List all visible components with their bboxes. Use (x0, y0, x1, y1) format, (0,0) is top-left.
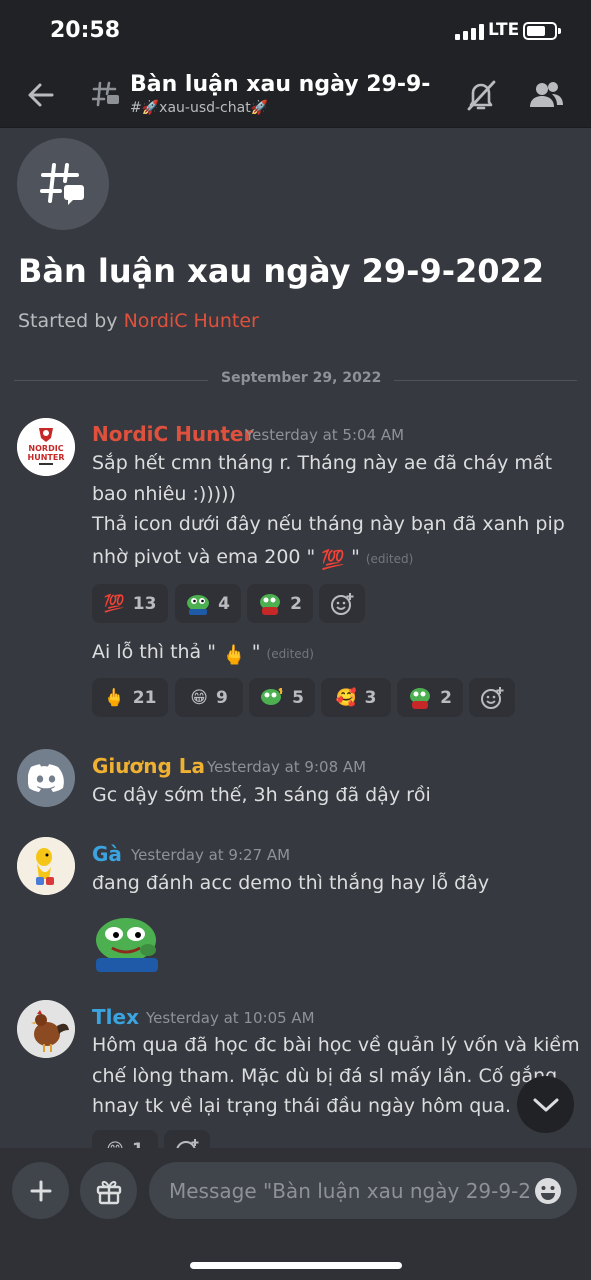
quote-close: " (251, 641, 261, 663)
message-timestamp: Yesterday at 9:27 AM (131, 846, 291, 864)
thread-header: Bàn luận xau ngày 29-9-... #🚀xau-usd-cha… (0, 62, 591, 128)
reaction-count: 5 (292, 687, 304, 708)
quote-close: " (351, 546, 360, 568)
thread-icon (92, 81, 119, 107)
reaction-pepe-frog-3[interactable]: 5 (249, 678, 315, 717)
message-input-placeholder: Message "Bàn luận xau ngày 29-9-2.. (169, 1179, 529, 1203)
started-by-label: Started by (18, 310, 118, 332)
pepe-frog-emoji (410, 687, 431, 709)
reaction-count: 2 (440, 687, 452, 708)
home-indicator (190, 1262, 402, 1269)
message-timestamp: Yesterday at 9:08 AM (207, 758, 367, 776)
bell-slash-icon[interactable] (464, 78, 498, 112)
add-reaction-icon (331, 592, 354, 615)
reaction-count: 3 (364, 687, 377, 708)
message-line-text: nhờ pivot và ema 200 " (92, 546, 316, 568)
reaction-grin[interactable]: 😁 9 (175, 678, 243, 717)
thread-started-by: Started by NordiC Hunter (18, 310, 259, 332)
svg-text:HUNTER: HUNTER (28, 453, 65, 462)
message-line-with-emoji: nhờ pivot và ema 200 " 💯 " (edited) (92, 546, 413, 571)
add-reaction-icon (481, 686, 504, 709)
avatar[interactable] (17, 1000, 75, 1058)
thread-title: Bàn luận xau ngày 29-9-2022 (18, 252, 545, 290)
edited-label: (edited) (365, 552, 414, 566)
reaction-count: 9 (215, 687, 228, 708)
middle-finger-emoji: 🖕 (103, 687, 125, 708)
add-reaction-button[interactable] (469, 678, 515, 717)
avatar[interactable] (17, 837, 75, 895)
message-author[interactable]: Gà (92, 842, 122, 866)
pepe-frog-emoji (187, 594, 210, 615)
message-line: Hôm qua đã học đc bài học về quản lý vốn… (92, 1034, 580, 1056)
pepe-frog-emoji (261, 687, 283, 705)
status-time: 20:58 (50, 18, 121, 43)
reaction-count: 13 (132, 593, 157, 614)
pepe-sticker (96, 918, 158, 972)
gift-button[interactable] (80, 1162, 137, 1219)
message-author[interactable]: Tlex (92, 1005, 139, 1029)
reaction-pepe-frog-2[interactable]: 2 (397, 678, 463, 717)
battery-icon (523, 22, 561, 40)
header-title[interactable]: Bàn luận xau ngày 29-9-... (130, 72, 430, 97)
status-bar: 20:58 LTE (0, 0, 591, 62)
edited-label: (edited) (266, 647, 314, 661)
reaction-smiling-hearts[interactable]: 🥰 3 (321, 678, 391, 717)
hundred-points-emoji: 💯 (321, 549, 346, 571)
reaction-pepe-frog[interactable]: 4 (175, 584, 241, 623)
reaction-hundred[interactable]: 💯 13 (92, 584, 168, 623)
plus-icon (30, 1180, 51, 1201)
message-line: Gc dậy sớm thế, 3h sáng đã dậy rồi (92, 784, 431, 806)
members-icon[interactable] (528, 78, 564, 112)
message-author[interactable]: NordiC Hunter (92, 422, 253, 446)
message-line: Sắp hết cmn tháng r. Tháng này ae đã chá… (92, 452, 553, 474)
emoji-icon[interactable] (533, 1176, 563, 1206)
avatar[interactable]: NORDIC HUNTER (17, 418, 75, 476)
arrow-left-icon[interactable] (24, 78, 58, 112)
discord-logo-icon (28, 764, 64, 792)
add-attachment-button[interactable] (12, 1162, 69, 1219)
gift-icon (96, 1180, 121, 1204)
chevron-down-icon (533, 1098, 558, 1111)
svg-text:NORDIC: NORDIC (28, 444, 63, 453)
message-line: đang đánh acc demo thì thắng hay lỗ đây (92, 872, 490, 894)
thread-large-icon (17, 138, 109, 230)
date-divider: September 29, 2022 (208, 370, 395, 386)
signal-icon (455, 24, 484, 40)
message-line: bao nhiêu :))))) (92, 483, 236, 505)
message-line-with-emoji: Ai lỗ thì thả " 🖕 " (edited) (92, 641, 314, 666)
grin-emoji: 😁 (190, 687, 208, 708)
reaction-pepe-frog-2[interactable]: 2 (247, 584, 313, 623)
message-line: Thả icon dưới đây nếu tháng này bạn đã x… (92, 513, 565, 535)
network-label: LTE (488, 20, 520, 40)
header-channel[interactable]: #🚀xau-usd-chat🚀 (130, 100, 268, 116)
avatar[interactable] (17, 749, 75, 807)
message-line: hnay tk về lại trạng thái đầu ngày hôm q… (92, 1095, 512, 1117)
message-timestamp: Yesterday at 5:04 AM (245, 426, 405, 444)
reaction-count: 21 (132, 687, 157, 708)
reaction-middle-finger[interactable]: 🖕 21 (92, 678, 168, 717)
started-by-author[interactable]: NordiC Hunter (124, 310, 259, 332)
message-input[interactable]: Message "Bàn luận xau ngày 29-9-2.. (149, 1162, 577, 1219)
hundred-points-emoji: 💯 (103, 593, 125, 614)
message-line-text: Ai lỗ thì thả " (92, 641, 216, 663)
smiling-hearts-emoji: 🥰 (335, 687, 357, 708)
message-author[interactable]: Giương La (92, 754, 205, 778)
middle-finger-emoji: 🖕 (222, 644, 246, 666)
reaction-count: 2 (290, 593, 302, 614)
message-line: chế lòng tham. Mặc dù bị đá sl mấy lần. … (92, 1065, 558, 1087)
add-reaction-button[interactable] (319, 584, 365, 623)
message-timestamp: Yesterday at 10:05 AM (146, 1009, 315, 1027)
pepe-frog-emoji (260, 593, 281, 615)
jump-to-bottom-button[interactable] (517, 1076, 574, 1133)
reaction-count: 4 (218, 593, 230, 614)
